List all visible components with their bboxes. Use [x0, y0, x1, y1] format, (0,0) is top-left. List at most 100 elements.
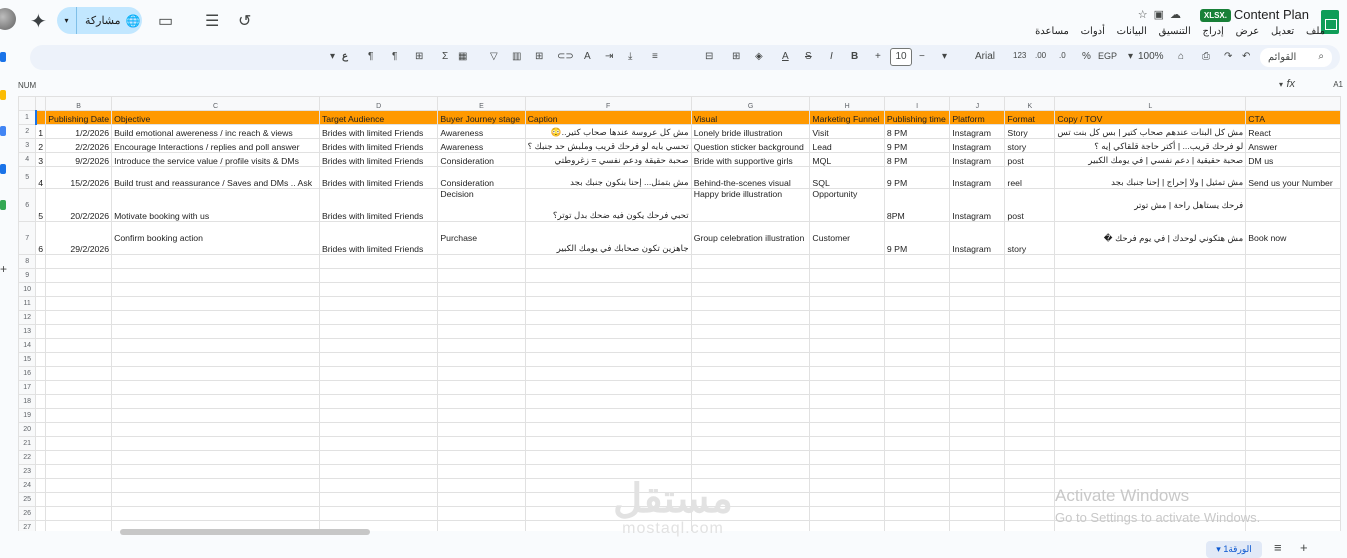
empty-cell[interactable] — [318, 394, 439, 409]
cell-objective[interactable]: Motivate booking with us — [111, 188, 320, 222]
empty-cell[interactable] — [111, 380, 320, 395]
empty-cell[interactable] — [111, 254, 320, 269]
row-header[interactable]: 22 — [18, 450, 37, 465]
empty-cell[interactable] — [111, 352, 320, 367]
empty-cell[interactable] — [809, 478, 885, 493]
empty-cell[interactable] — [524, 254, 692, 269]
empty-cell[interactable] — [45, 464, 113, 479]
empty-cell[interactable] — [45, 282, 113, 297]
rtl-icon[interactable]: ¶ — [368, 51, 373, 62]
all-sheets-icon[interactable]: ≡ — [1274, 540, 1282, 555]
empty-cell[interactable] — [437, 338, 526, 353]
empty-cell[interactable] — [45, 394, 113, 409]
cell-cta[interactable]: React — [1245, 124, 1341, 139]
empty-cell[interactable] — [45, 506, 113, 521]
cell-platform[interactable]: Instagram — [949, 188, 1006, 222]
cell-stage[interactable]: Purchase — [437, 221, 526, 255]
row-number-cell[interactable]: 5 — [35, 188, 47, 222]
empty-cell[interactable] — [318, 324, 439, 339]
more-formats-button[interactable]: 123 — [1013, 51, 1026, 60]
empty-cell[interactable] — [949, 366, 1006, 381]
cell-cta[interactable]: Send us your Number — [1245, 166, 1341, 189]
empty-cell[interactable] — [437, 450, 526, 465]
empty-cell[interactable] — [809, 352, 885, 367]
cell-cta[interactable] — [1245, 188, 1341, 222]
empty-cell[interactable] — [111, 436, 320, 451]
empty-cell[interactable] — [809, 380, 885, 395]
empty-cell[interactable] — [690, 380, 811, 395]
empty-cell[interactable] — [1245, 268, 1341, 283]
empty-cell[interactable] — [45, 310, 113, 325]
cell-platform[interactable]: Instagram — [949, 138, 1006, 153]
empty-cell[interactable] — [809, 282, 885, 297]
menu-help[interactable]: مساعدة — [1035, 26, 1069, 37]
undo-icon[interactable]: ↶ — [1242, 51, 1250, 62]
empty-cell[interactable] — [883, 506, 951, 521]
empty-cell[interactable] — [437, 282, 526, 297]
row-number-cell[interactable]: 3 — [35, 152, 47, 167]
empty-cell[interactable] — [1054, 366, 1247, 381]
empty-cell[interactable] — [111, 338, 320, 353]
column-header[interactable]: B — [45, 96, 113, 111]
empty-cell[interactable] — [809, 506, 885, 521]
empty-cell[interactable] — [949, 478, 1006, 493]
zoom-dropdown-icon[interactable]: ▾ — [1128, 51, 1133, 62]
strikethrough-icon[interactable]: S — [805, 51, 812, 62]
empty-cell[interactable] — [1004, 352, 1056, 367]
empty-cell[interactable] — [809, 324, 885, 339]
empty-cell[interactable] — [1054, 436, 1247, 451]
empty-cell[interactable] — [45, 492, 113, 507]
cell-copy[interactable]: مش تمثيل | ولا إحراج | إحنا جنبك بجد — [1054, 166, 1247, 189]
cell-stage[interactable]: Consideration — [437, 152, 526, 167]
empty-cell[interactable] — [111, 492, 320, 507]
cell-format[interactable]: post — [1004, 152, 1056, 167]
empty-cell[interactable] — [318, 436, 439, 451]
empty-cell[interactable] — [437, 324, 526, 339]
empty-cell[interactable] — [949, 394, 1006, 409]
empty-cell[interactable] — [318, 254, 439, 269]
comment-icon[interactable]: ⊞ — [535, 51, 543, 62]
decrease-font-icon[interactable]: − — [919, 51, 925, 62]
empty-cell[interactable] — [1004, 450, 1056, 465]
empty-cell[interactable] — [524, 282, 692, 297]
cell-a1[interactable] — [34, 110, 47, 125]
column-header[interactable]: F — [524, 96, 692, 111]
empty-cell[interactable] — [809, 310, 885, 325]
increase-decimal-button[interactable]: .00 — [1035, 51, 1046, 60]
empty-cell[interactable] — [1054, 464, 1247, 479]
empty-cell[interactable] — [45, 436, 113, 451]
empty-cell[interactable] — [437, 478, 526, 493]
fill-color-icon[interactable]: ◈ — [755, 51, 763, 62]
empty-cell[interactable] — [1004, 310, 1056, 325]
empty-cell[interactable] — [690, 268, 811, 283]
column-header[interactable]: E — [437, 96, 526, 111]
header-cell[interactable]: Marketing Funnel — [809, 110, 885, 125]
cell-caption[interactable]: جاهزين تكون صحابك في يومك الكبير — [524, 221, 692, 255]
cell-date[interactable]: 20/2/2026 — [45, 188, 113, 222]
cloud-status-icon[interactable]: ☁ — [1170, 9, 1187, 21]
empty-cell[interactable] — [690, 310, 811, 325]
empty-cell[interactable] — [1004, 254, 1056, 269]
empty-cell[interactable] — [1245, 352, 1341, 367]
empty-cell[interactable] — [690, 324, 811, 339]
cell-format[interactable]: reel — [1004, 166, 1056, 189]
empty-cell[interactable] — [809, 408, 885, 423]
empty-cell[interactable] — [1245, 422, 1341, 437]
empty-cell[interactable] — [883, 268, 951, 283]
row-header[interactable]: 19 — [18, 408, 37, 423]
empty-cell[interactable] — [949, 450, 1006, 465]
empty-cell[interactable] — [809, 254, 885, 269]
cell-visual[interactable]: Behind-the-scenes visual — [690, 166, 811, 189]
cell-stage[interactable]: Consideration — [437, 166, 526, 189]
menu-format[interactable]: التنسيق — [1159, 26, 1191, 37]
row-header[interactable]: 3 — [18, 138, 37, 153]
empty-cell[interactable] — [1054, 268, 1247, 283]
move-folder-icon[interactable]: ▣ — [1154, 9, 1170, 21]
cell-platform[interactable]: Instagram — [949, 221, 1006, 255]
empty-cell[interactable] — [949, 520, 1006, 531]
cell-platform[interactable]: Instagram — [949, 124, 1006, 139]
empty-cell[interactable] — [690, 408, 811, 423]
row-header[interactable]: 18 — [18, 394, 37, 409]
decrease-decimal-button[interactable]: .0 — [1059, 51, 1066, 60]
columns-icon[interactable]: ⊞ — [415, 51, 423, 62]
